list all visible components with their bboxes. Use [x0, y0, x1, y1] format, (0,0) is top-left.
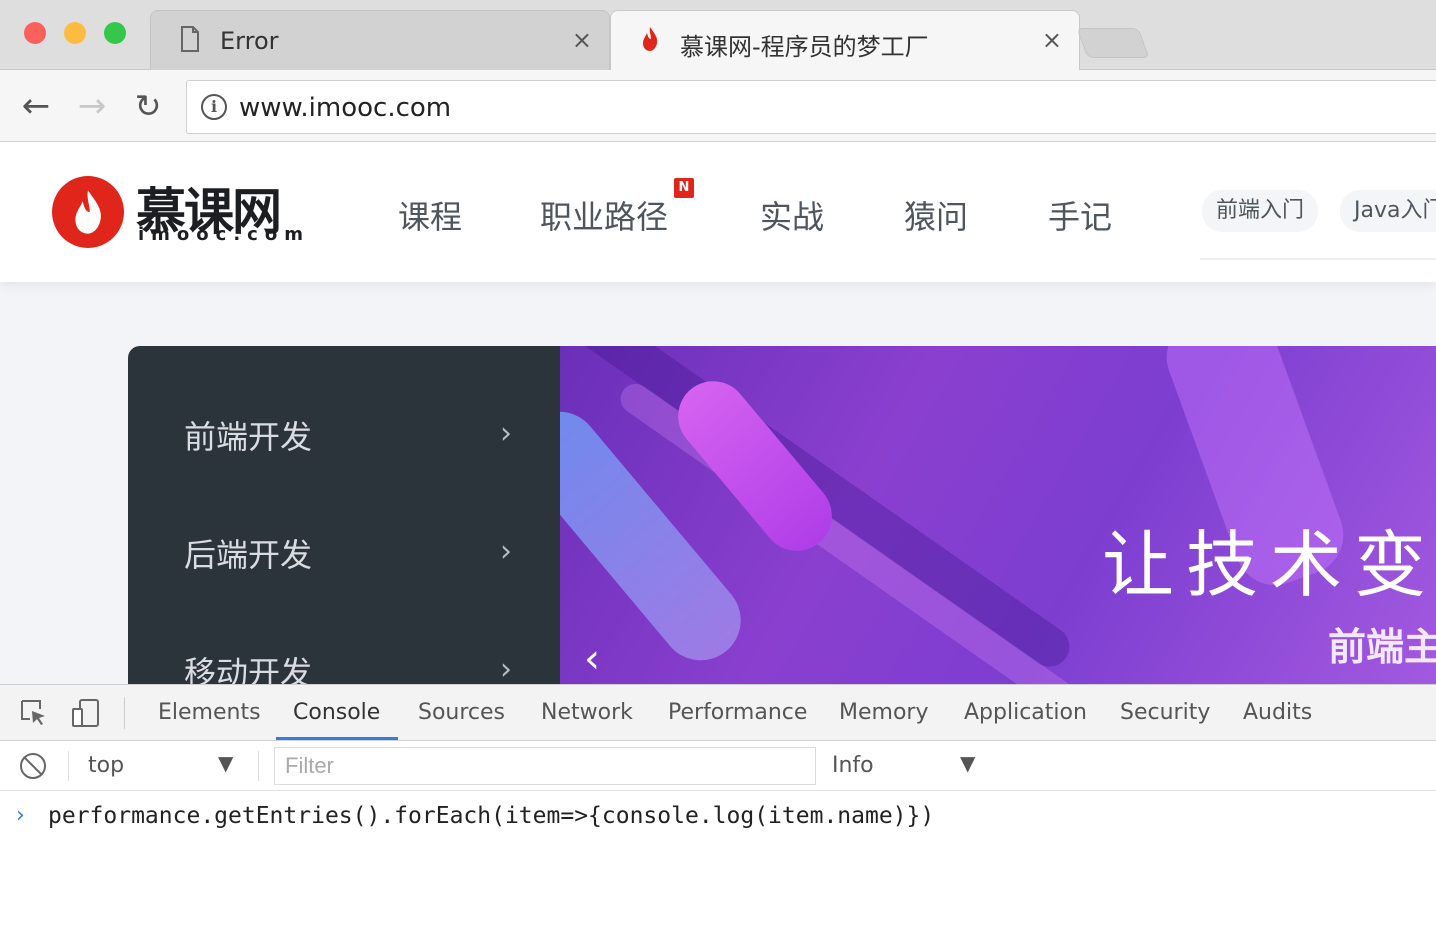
chevron-right-icon: › [500, 534, 512, 569]
divider [124, 697, 125, 729]
minimize-window-button[interactable] [64, 22, 86, 44]
nav-career-paths[interactable]: 职业路径 [540, 192, 668, 238]
web-page: 慕课网 imooc.com 课程 职业路径 N 实战 猿问 手记 前端入门 Ja… [0, 142, 1436, 684]
imooc-logo-icon[interactable] [52, 176, 124, 248]
tab-strip: Error × 慕课网-程序员的梦工厂 × [0, 0, 1436, 70]
tab-title: Error [220, 27, 279, 55]
tab-title: 慕课网-程序员的梦工厂 [680, 33, 929, 61]
reload-icon[interactable]: ↻ [128, 86, 168, 126]
nav-qa[interactable]: 猿问 [904, 192, 968, 238]
logo-subtext: imooc.com [138, 224, 310, 245]
devtools-panel: Elements Console Sources Network Perform… [0, 684, 1436, 944]
category-label: 前端开发 [184, 418, 313, 456]
category-mobile[interactable]: 移动开发 › [128, 630, 560, 684]
divider [1200, 258, 1436, 260]
filter-input[interactable] [274, 747, 816, 785]
close-icon[interactable]: × [572, 26, 592, 54]
tab-error[interactable]: Error × [150, 10, 610, 70]
new-badge: N [674, 178, 694, 198]
inspect-element-icon[interactable] [18, 697, 50, 729]
tag-frontend-intro[interactable]: 前端入门 [1202, 190, 1319, 232]
banner-subtitle: 前端主 [1328, 625, 1436, 669]
document-icon [181, 26, 199, 52]
log-level-selector[interactable]: Info [832, 753, 874, 778]
tab-security[interactable]: Security [1120, 700, 1210, 725]
dropdown-arrow-icon[interactable]: ▼ [960, 751, 975, 775]
console-toolbar: top ▼ Info ▼ [0, 741, 1436, 791]
tab-performance[interactable]: Performance [668, 700, 807, 725]
new-tab-button[interactable] [1076, 28, 1150, 58]
divider [258, 751, 259, 781]
devtools-tab-bar: Elements Console Sources Network Perform… [0, 685, 1436, 741]
console-input[interactable]: performance.getEntries().forEach(item=>{… [48, 803, 934, 829]
tab-sources[interactable]: Sources [418, 700, 505, 725]
tab-memory[interactable]: Memory [839, 700, 928, 725]
url-text[interactable]: www.imooc.com [239, 93, 451, 123]
clear-console-icon[interactable] [20, 753, 46, 779]
divider [68, 751, 69, 781]
chevron-right-icon: › [500, 652, 512, 684]
hero-banner[interactable]: 让技术变 前端主 ‹ [560, 346, 1436, 684]
tab-audits[interactable]: Audits [1243, 700, 1312, 725]
dropdown-arrow-icon[interactable]: ▼ [218, 751, 233, 775]
context-selector[interactable]: top [88, 753, 124, 778]
site-header: 慕课网 imooc.com 课程 职业路径 N 实战 猿问 手记 前端入门 Ja… [0, 142, 1436, 282]
category-label: 移动开发 [184, 654, 313, 684]
address-bar[interactable]: i www.imooc.com [186, 80, 1436, 134]
category-label: 后端开发 [184, 536, 313, 574]
banner-headline: 让技术变 [1102, 523, 1436, 607]
imooc-flame-icon [643, 27, 658, 51]
tab-elements[interactable]: Elements [158, 700, 261, 725]
category-frontend[interactable]: 前端开发 › [128, 394, 560, 474]
close-icon[interactable]: × [1042, 26, 1062, 54]
info-icon[interactable]: i [201, 94, 227, 120]
prompt-chevron-icon: › [16, 803, 25, 828]
category-menu: 前端开发 › 后端开发 › 移动开发 › [128, 346, 560, 684]
console-prompt[interactable]: › performance.getEntries().forEach(item=… [0, 793, 1436, 837]
category-backend[interactable]: 后端开发 › [128, 512, 560, 592]
close-window-button[interactable] [24, 22, 46, 44]
chevron-right-icon: › [500, 416, 512, 451]
back-arrow-icon[interactable]: ← [16, 86, 56, 126]
tab-console[interactable]: Console [293, 700, 380, 725]
zoom-window-button[interactable] [104, 22, 126, 44]
device-toolbar-icon[interactable] [70, 697, 102, 729]
tab-network[interactable]: Network [541, 700, 633, 725]
nav-courses[interactable]: 课程 [398, 192, 462, 238]
tab-imooc[interactable]: 慕课网-程序员的梦工厂 × [610, 10, 1080, 70]
chevron-left-icon[interactable]: ‹ [584, 636, 600, 682]
tab-application[interactable]: Application [964, 700, 1087, 725]
nav-practice[interactable]: 实战 [760, 192, 824, 238]
tag-java-intro[interactable]: Java入门 [1340, 190, 1436, 232]
active-tab-indicator [276, 737, 398, 740]
nav-notes[interactable]: 手记 [1048, 192, 1112, 238]
browser-toolbar: ← → ↻ i www.imooc.com [0, 70, 1436, 142]
forward-arrow-icon[interactable]: → [72, 86, 112, 126]
